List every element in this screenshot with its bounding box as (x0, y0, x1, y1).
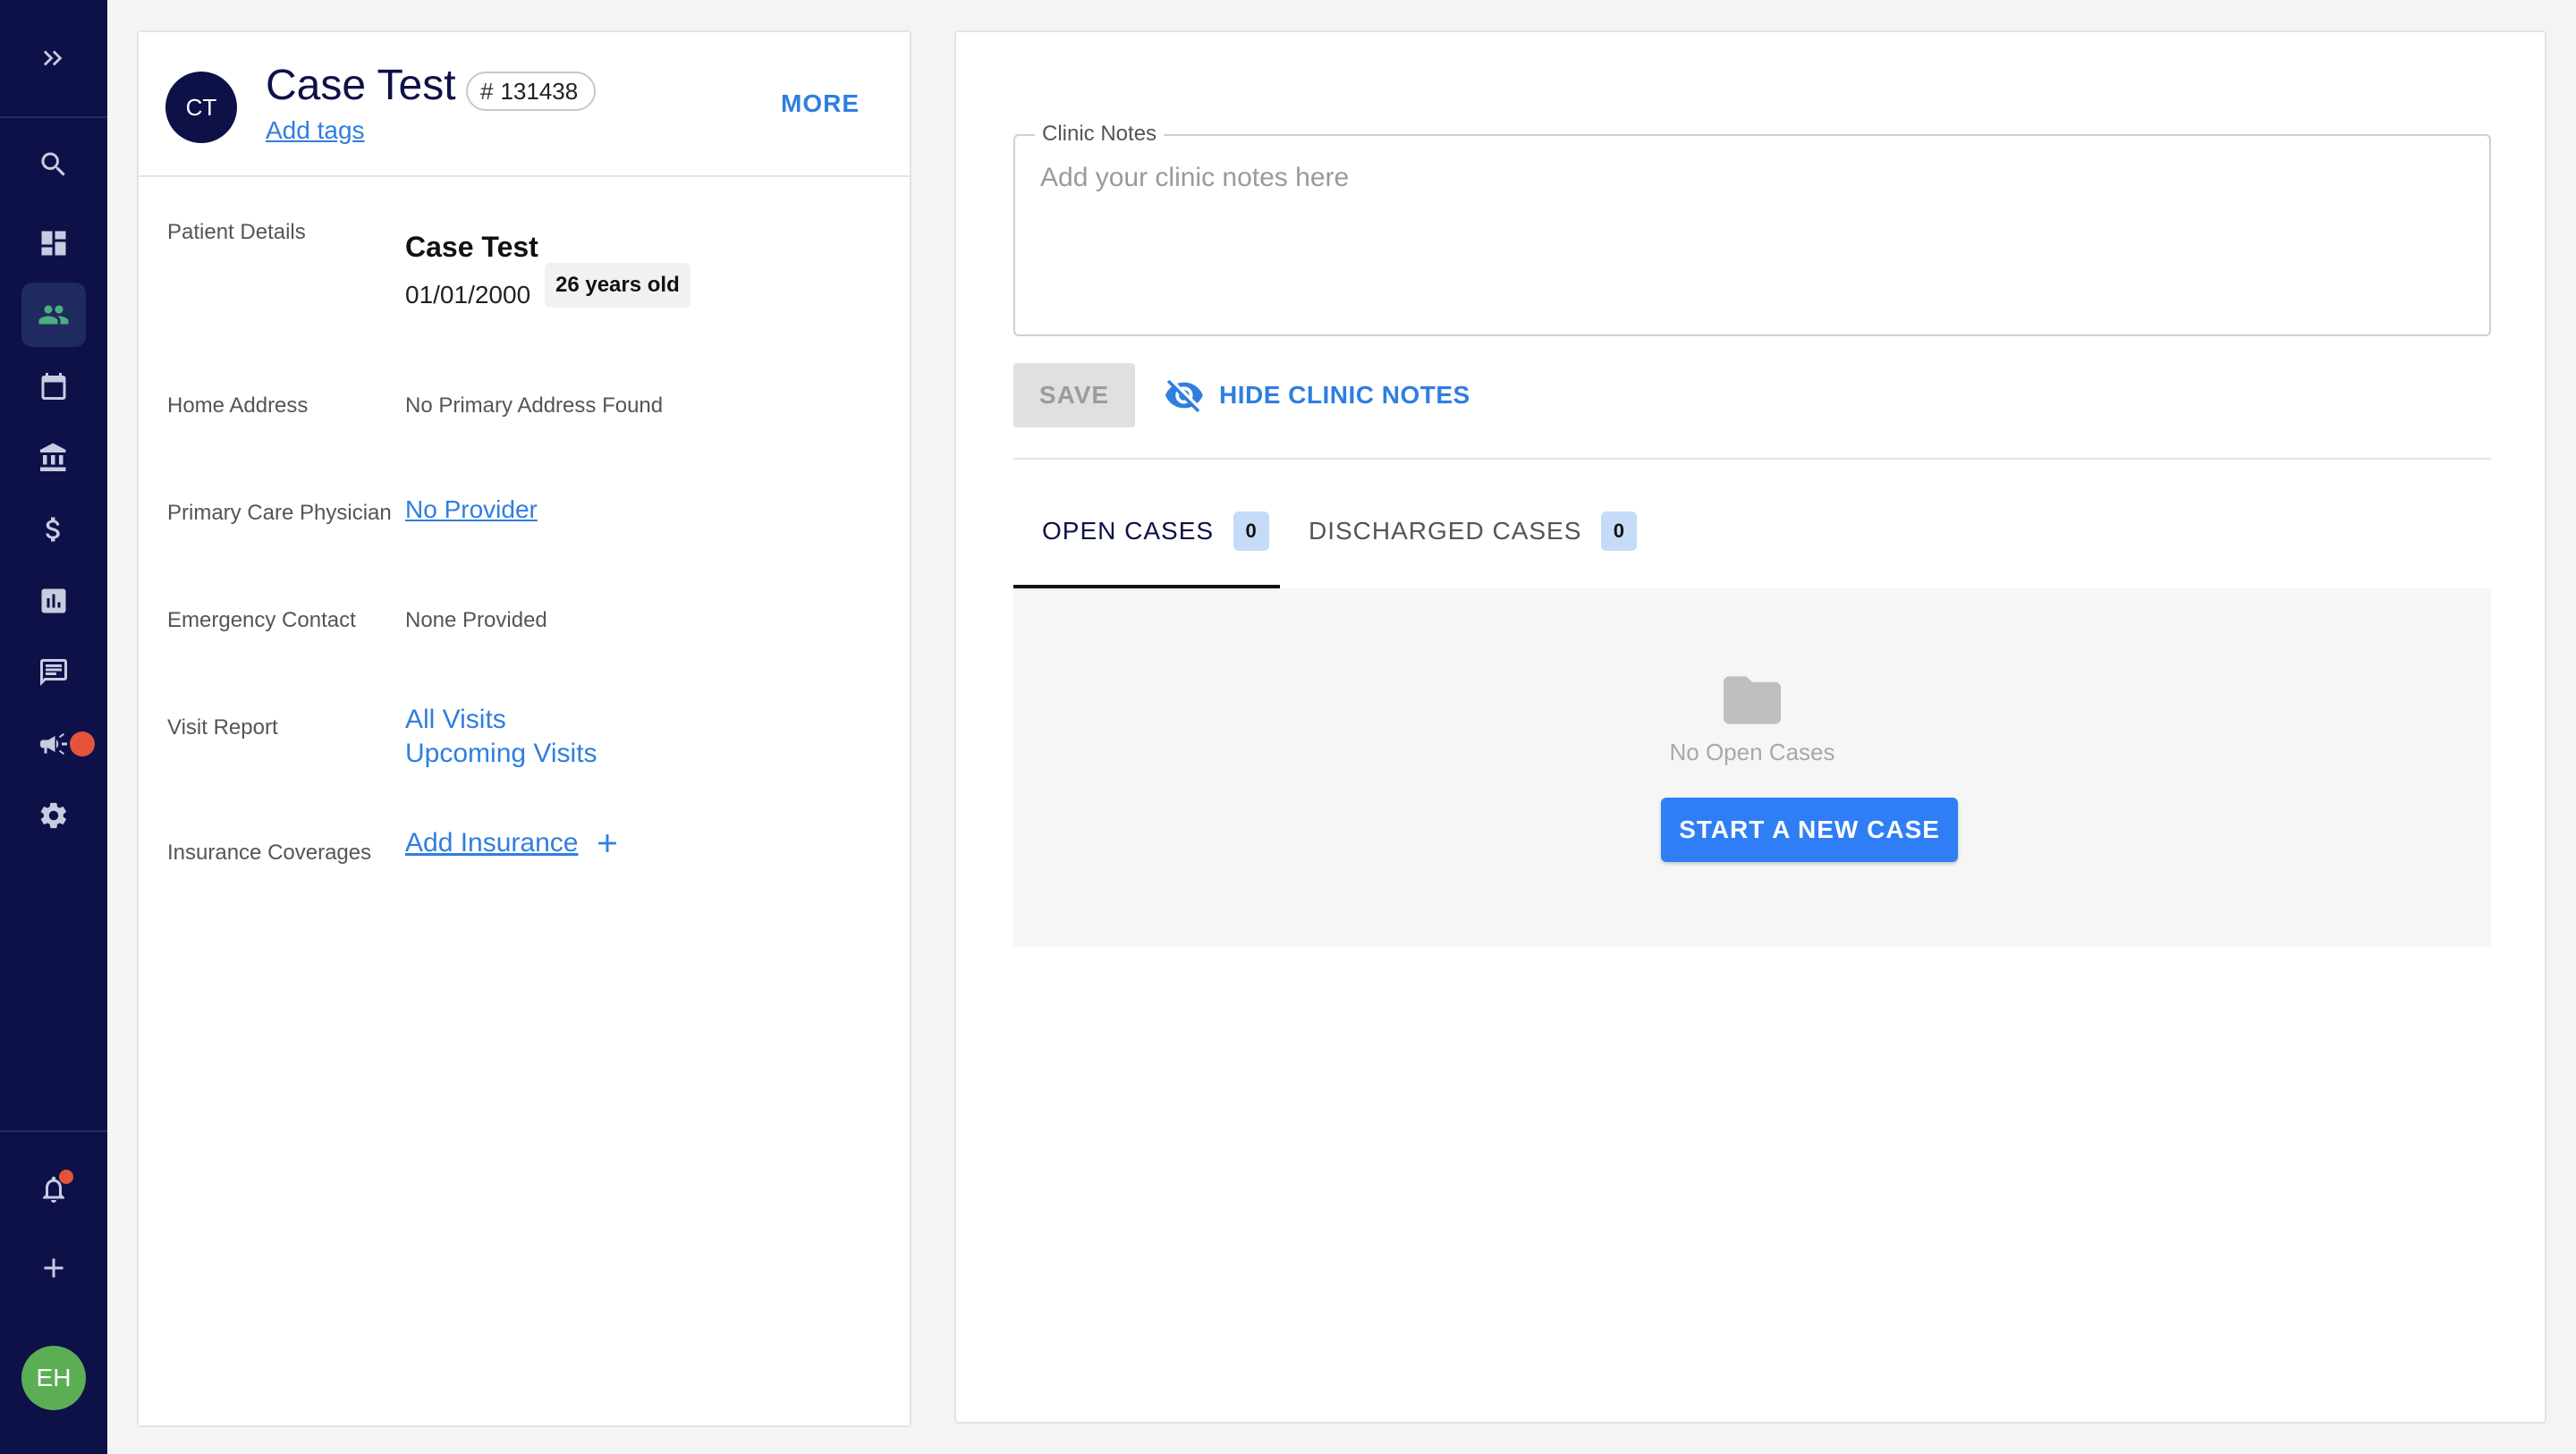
patients-icon[interactable] (21, 283, 86, 347)
hide-clinic-notes-label: HIDE CLINIC NOTES (1219, 381, 1470, 409)
plus-icon[interactable] (592, 828, 623, 858)
patient-card: CT Case Test # 131438 Add tags MORE Pati… (137, 30, 911, 1427)
emergency-contact-label: Emergency Contact (167, 608, 356, 632)
dashboard-icon[interactable] (21, 211, 86, 275)
search-icon[interactable] (21, 132, 86, 197)
clinic-panel: Clinic Notes SAVE HIDE CLINIC NOTES OPEN… (954, 30, 2546, 1424)
all-visits-link[interactable]: All Visits (405, 705, 506, 735)
open-cases-count: 0 (1233, 511, 1270, 551)
patient-details-label: Patient Details (167, 220, 306, 244)
start-new-case-button[interactable]: START A NEW CASE (1661, 798, 1958, 862)
save-button[interactable]: SAVE (1013, 363, 1135, 427)
patient-details-name: Case Test (405, 231, 538, 263)
patient-name: Case Test (266, 62, 456, 109)
institution-icon[interactable] (21, 426, 86, 490)
clinic-notes-label: Clinic Notes (1035, 122, 1165, 147)
emergency-contact-value: None Provided (405, 608, 547, 632)
patient-id: 131438 (500, 77, 579, 105)
cases-empty-state: No Open Cases START A NEW CASE (1013, 588, 2491, 946)
nav-expand-area (0, 0, 107, 118)
clinic-notes-field: Clinic Notes (1013, 122, 2491, 336)
announcement-badge (70, 731, 95, 757)
no-open-cases-text: No Open Cases (1669, 739, 1835, 765)
section-divider (1013, 458, 2491, 460)
visit-report-label: Visit Report (167, 715, 278, 740)
pcp-label: Primary Care Physician (167, 501, 392, 525)
settings-icon[interactable] (21, 783, 86, 848)
add-insurance-link[interactable]: Add Insurance (405, 828, 578, 858)
dollar-icon[interactable] (21, 497, 86, 562)
nav-divider (0, 1130, 107, 1132)
tab-open-cases[interactable]: OPEN CASES 0 (1042, 503, 1270, 560)
more-button[interactable]: MORE (781, 89, 860, 118)
patient-id-chip: # 131438 (466, 72, 597, 111)
user-avatar[interactable]: EH (21, 1346, 86, 1410)
add-insurance-row[interactable]: Add Insurance (405, 828, 623, 858)
add-tags-link[interactable]: Add tags (266, 116, 365, 145)
tab-discharged-cases[interactable]: DISCHARGED CASES 0 (1309, 503, 1638, 560)
upcoming-visits-link[interactable]: Upcoming Visits (405, 739, 597, 769)
notification-badge (59, 1170, 73, 1184)
plus-icon[interactable] (21, 1236, 86, 1300)
calendar-icon[interactable] (21, 354, 86, 418)
messages-icon[interactable] (21, 640, 86, 705)
insurance-label: Insurance Coverages (167, 841, 372, 865)
patient-age-badge: 26 years old (545, 263, 691, 308)
tab-discharged-cases-label: DISCHARGED CASES (1309, 517, 1582, 545)
bell-icon[interactable] (21, 1157, 86, 1222)
home-address-label: Home Address (167, 393, 309, 418)
discharged-cases-count: 0 (1601, 511, 1638, 551)
patient-header: CT Case Test # 131438 Add tags MORE (139, 32, 910, 177)
left-nav: EH (0, 0, 107, 1454)
chevrons-right-icon[interactable] (32, 37, 75, 80)
pcp-link[interactable]: No Provider (405, 495, 538, 524)
hide-clinic-notes-button[interactable]: HIDE CLINIC NOTES (1164, 363, 1470, 427)
folder-icon (1724, 676, 1781, 724)
clinic-notes-input[interactable] (1017, 163, 2487, 324)
patient-avatar: CT (165, 72, 237, 143)
patient-dob: 01/01/2000 (405, 281, 531, 309)
hash-icon: # (480, 77, 494, 105)
eye-off-icon (1165, 379, 1203, 413)
home-address-value: No Primary Address Found (405, 393, 664, 418)
tab-open-cases-label: OPEN CASES (1042, 517, 1215, 545)
reports-icon[interactable] (21, 569, 86, 633)
